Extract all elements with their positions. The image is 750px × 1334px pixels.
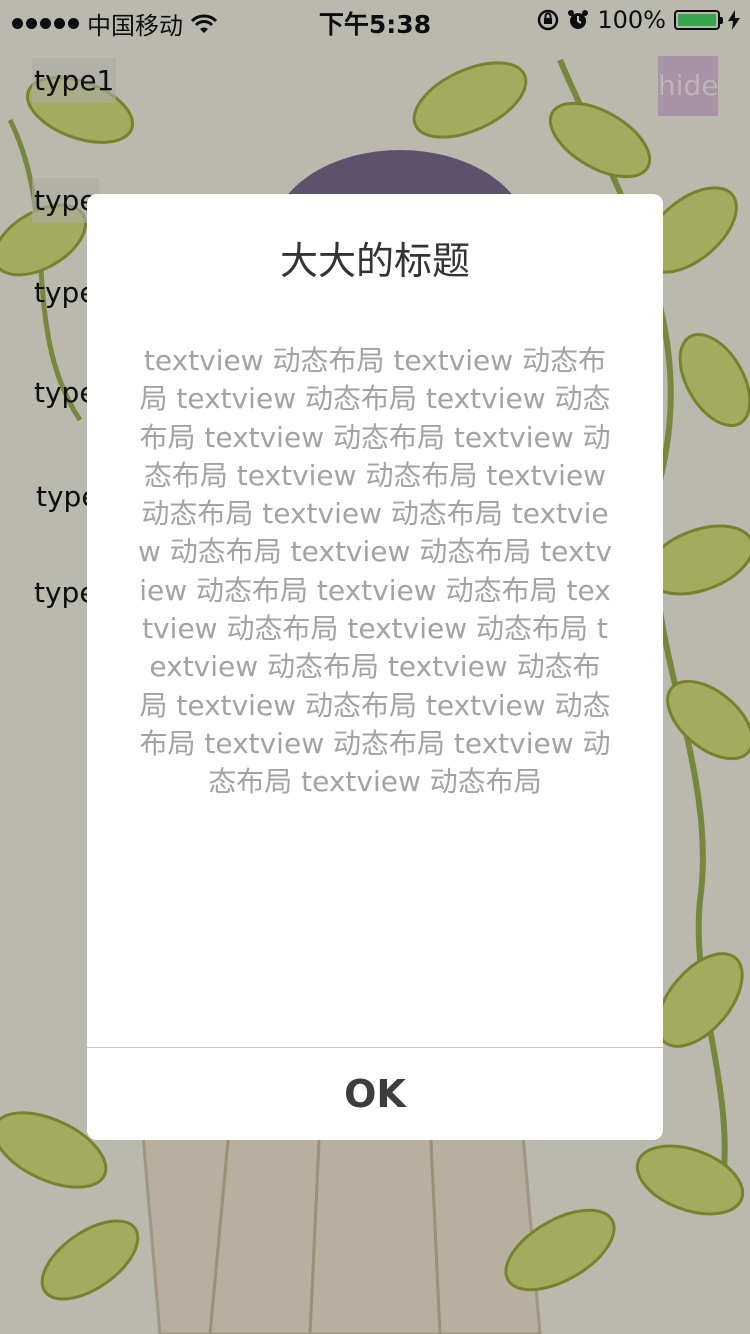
ok-button[interactable]: OK bbox=[87, 1048, 663, 1140]
dialog-title: 大大的标题 bbox=[279, 239, 470, 283]
alert-dialog: 大大的标题 textview 动态布局 textview 动态布局 textvi… bbox=[87, 194, 663, 1140]
dialog-message: textview 动态布局 textview 动态布局 textview 动态布… bbox=[137, 344, 613, 799]
